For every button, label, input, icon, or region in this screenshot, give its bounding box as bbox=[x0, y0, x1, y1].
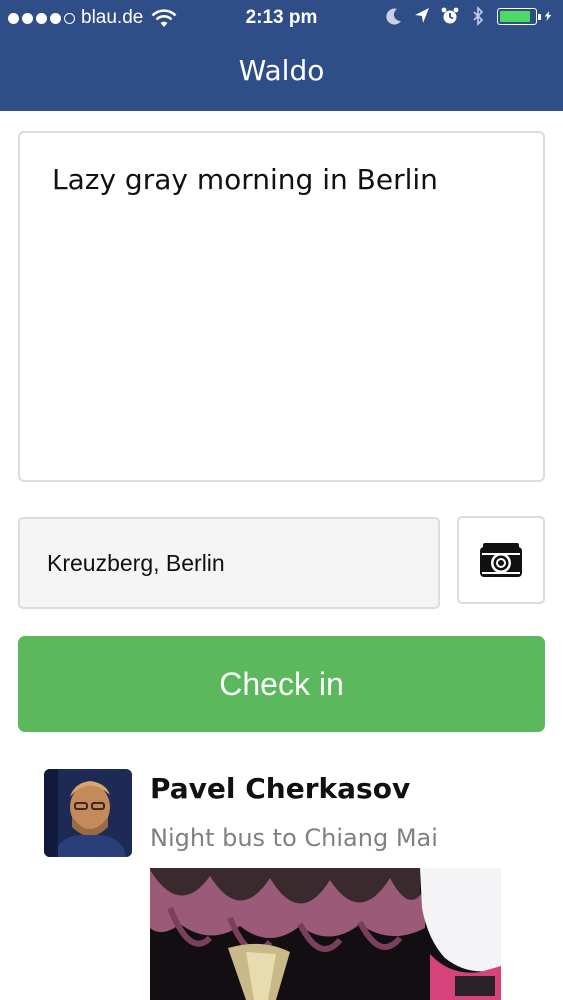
alarm-icon bbox=[441, 7, 459, 24]
charging-bolt-icon bbox=[544, 11, 552, 21]
feed-message: Night bus to Chiang Mai bbox=[150, 824, 438, 852]
moon-icon bbox=[386, 8, 401, 25]
avatar[interactable] bbox=[44, 769, 132, 857]
feed-photo[interactable] bbox=[150, 868, 501, 1000]
feed-item[interactable]: Pavel Cherkasov Night bus to Chiang Mai bbox=[0, 760, 563, 1000]
battery-icon bbox=[497, 7, 541, 25]
location-input[interactable] bbox=[18, 517, 440, 609]
avatar-photo bbox=[44, 769, 132, 857]
battery-level bbox=[500, 10, 531, 22]
camera-icon bbox=[480, 543, 522, 577]
page-title: Waldo bbox=[238, 54, 325, 87]
location-arrow-icon bbox=[415, 8, 429, 23]
battery-cap bbox=[538, 13, 541, 20]
bluetooth-icon bbox=[473, 6, 484, 26]
status-bar: blau.de 2:13 pm bbox=[0, 0, 563, 36]
status-right bbox=[385, 6, 553, 26]
check-in-button[interactable]: Check in bbox=[18, 636, 545, 732]
feed-user-name[interactable]: Pavel Cherkasov bbox=[150, 772, 410, 805]
status-textarea[interactable]: Lazy gray morning in Berlin bbox=[18, 131, 545, 482]
app-header: blau.de 2:13 pm Waldo bbox=[0, 0, 563, 111]
camera-button[interactable] bbox=[457, 516, 545, 604]
bus-interior-photo bbox=[150, 868, 501, 1000]
